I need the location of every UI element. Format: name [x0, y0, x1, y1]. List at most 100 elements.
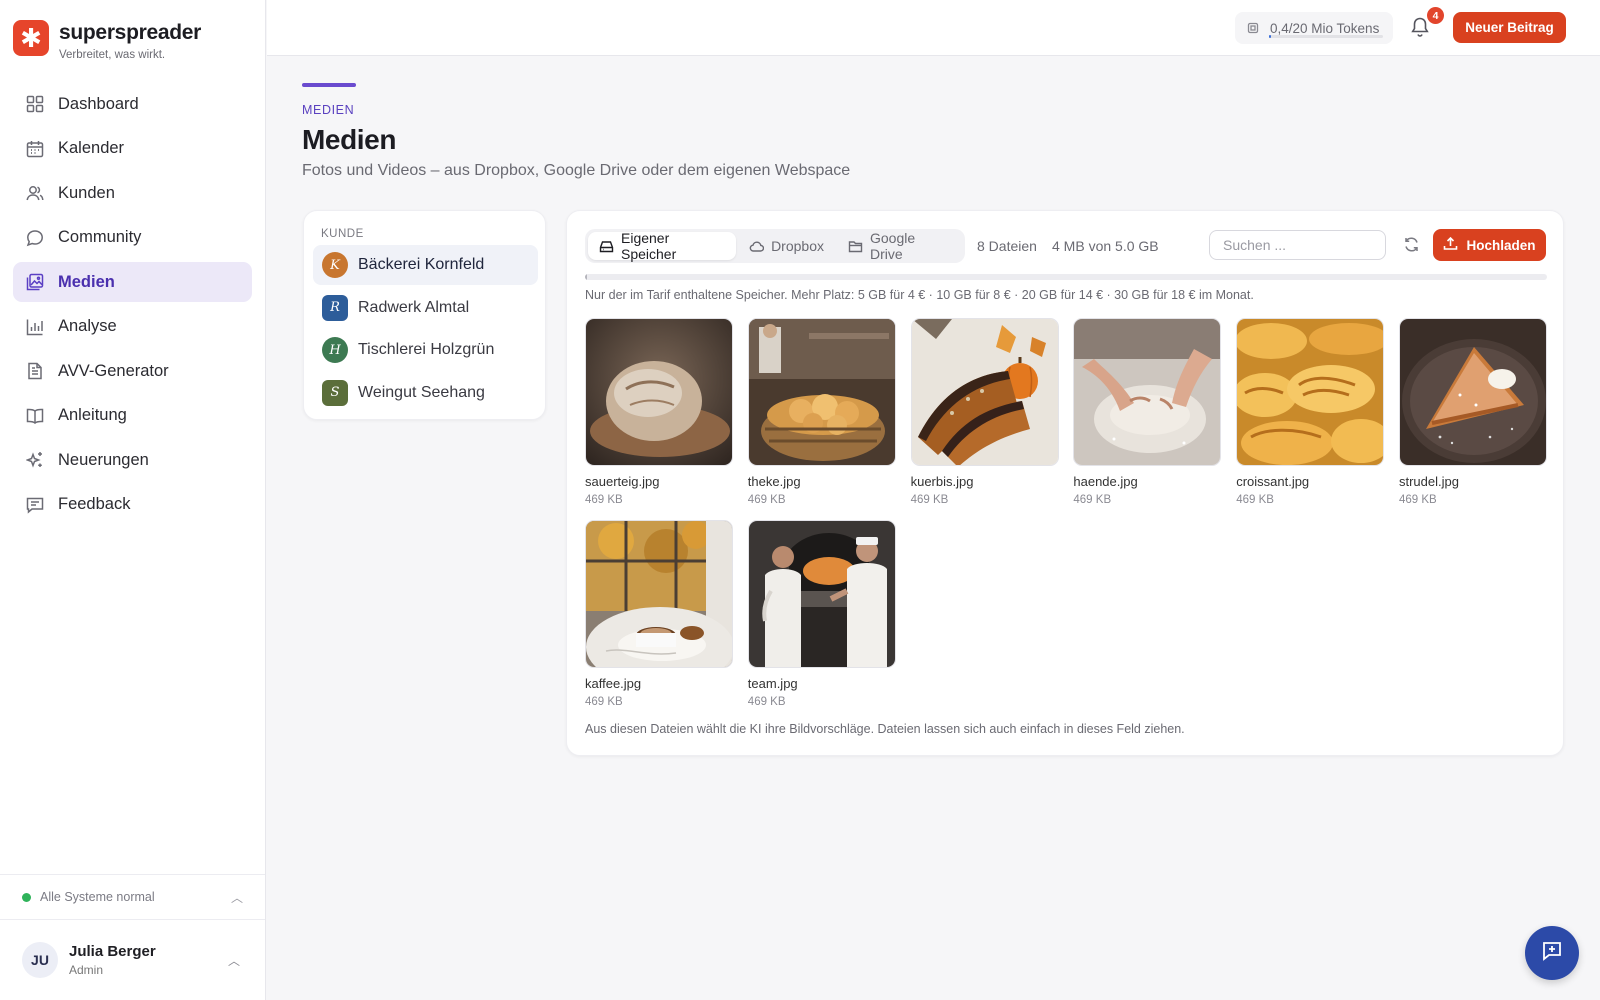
upload-button[interactable]: Hochladen	[1433, 229, 1546, 261]
tab-label: Eigener Speicher	[621, 230, 677, 262]
token-usage-fill	[1269, 35, 1272, 38]
token-usage[interactable]: 0,4/20 Mio Tokens	[1235, 12, 1393, 44]
sidebar-item-feedback[interactable]: Feedback	[13, 485, 252, 525]
sidebar-item-kunden[interactable]: Kunden	[13, 173, 252, 213]
sidebar-item-neuerungen[interactable]: Neuerungen	[13, 440, 252, 480]
file-name: strudel.jpg	[1398, 474, 1459, 489]
file-size: 469 KB	[585, 696, 623, 708]
notification-badge: 4	[1427, 7, 1444, 24]
storage-usage-text: 4 MB von 5.0 GB	[1052, 238, 1159, 254]
sidebar-item-label: Dashboard	[58, 94, 139, 113]
avatar: JU	[22, 942, 58, 978]
refresh-icon[interactable]	[1403, 236, 1420, 258]
media-thumbnail	[1236, 318, 1385, 466]
bar-chart-icon	[24, 316, 46, 338]
brand[interactable]: ✱ superspreader Verbreitet, was wirkt.	[13, 20, 201, 61]
sidebar-item-label: Kunden	[58, 183, 115, 202]
client-name: Tischlerei Holzgrün	[358, 341, 495, 358]
media-thumbnail	[747, 520, 896, 668]
file-count: 8 Dateien	[977, 238, 1037, 254]
message-plus-icon	[1541, 940, 1563, 967]
media-tile[interactable]: croissant.jpg 469 KB	[1236, 318, 1385, 520]
hard-drive-icon	[599, 239, 614, 254]
chat-button[interactable]	[1525, 926, 1579, 980]
users-icon	[24, 182, 46, 204]
tab-google-drive[interactable]: Google Drive	[837, 230, 960, 262]
search-input[interactable]	[1209, 230, 1386, 260]
client-selector: KUNDE K Bäckerei Kornfeld R Radwerk Almt…	[303, 210, 546, 420]
file-size: 469 KB	[1236, 494, 1274, 506]
client-label: KUNDE	[321, 228, 364, 240]
file-name: sauerteig.jpg	[585, 474, 660, 489]
page-subtitle: Fotos und Videos – aus Dropbox, Google D…	[302, 162, 851, 179]
user-menu[interactable]: JU Julia Berger Admin ︿	[22, 942, 240, 978]
sidebar-item-avv-generator[interactable]: AVV-Generator	[13, 351, 252, 391]
status-dot-icon	[22, 892, 31, 902]
sidebar-item-community[interactable]: Community	[13, 218, 252, 258]
media-panel: Eigener Speicher Dropbox Google Drive 8 …	[566, 210, 1564, 756]
system-status-text: Alle Systeme normal	[40, 890, 155, 904]
sidebar-item-kalender[interactable]: Kalender	[13, 129, 252, 169]
sidebar-nav: Dashboard Kalender Kunden Community Medi…	[13, 84, 252, 529]
topbar: 0,4/20 Mio Tokens 4 Neuer Beitrag	[267, 0, 1600, 56]
storage-usage-bar	[585, 274, 1547, 280]
sidebar-item-dashboard[interactable]: Dashboard	[13, 84, 252, 124]
client-item-weingut-seehang[interactable]: S Weingut Seehang	[313, 373, 538, 413]
sidebar-item-label: Anleitung	[58, 406, 127, 424]
message-square-icon	[24, 494, 46, 516]
media-tile[interactable]: theke.jpg 469 KB	[747, 318, 896, 520]
file-name: team.jpg	[747, 676, 798, 691]
storage-note: Nur der im Tarif enthaltene Speicher. Me…	[585, 288, 1254, 302]
sidebar-item-analyse[interactable]: Analyse	[13, 307, 252, 347]
new-post-button[interactable]: Neuer Beitrag	[1453, 12, 1566, 43]
upload-icon	[1443, 236, 1458, 254]
token-usage-text: 0,4/20 Mio Tokens	[1270, 20, 1380, 36]
file-name: kaffee.jpg	[585, 676, 642, 691]
client-badge: S	[322, 379, 348, 406]
media-tile[interactable]: team.jpg 469 KB	[747, 520, 896, 722]
media-tile[interactable]: kuerbis.jpg 469 KB	[910, 318, 1059, 520]
file-size: 469 KB	[1398, 494, 1437, 506]
user-name: Julia Berger	[69, 943, 156, 960]
media-thumbnail	[585, 520, 733, 668]
grid-icon	[24, 93, 46, 115]
system-status[interactable]: Alle Systeme normal ︿	[0, 874, 265, 920]
file-size: 469 KB	[585, 494, 623, 506]
storage-usage-fill	[585, 274, 587, 280]
chevron-up-icon: ︿	[228, 954, 241, 968]
sidebar-item-label: Neuerungen	[58, 450, 149, 469]
media-tile[interactable]: strudel.jpg 469 KB	[1398, 318, 1547, 520]
media-tile[interactable]: sauerteig.jpg 469 KB	[585, 318, 733, 520]
client-item-radwerk-almtal[interactable]: R Radwerk Almtal	[313, 288, 538, 328]
tab-dropbox[interactable]: Dropbox	[738, 232, 835, 260]
client-name: Bäckerei Kornfeld	[358, 256, 485, 273]
sidebar-item-medien[interactable]: Medien	[13, 262, 252, 302]
sidebar-item-anleitung[interactable]: Anleitung	[13, 396, 252, 436]
chat-bubble-icon	[24, 227, 46, 249]
user-role: Admin	[69, 963, 104, 977]
file-size: 469 KB	[747, 696, 786, 708]
media-tile[interactable]: haende.jpg 469 KB	[1073, 318, 1222, 520]
sparkle-icon	[24, 449, 46, 471]
calendar-icon	[24, 138, 46, 160]
storage-tabs: Eigener Speicher Dropbox Google Drive	[585, 229, 965, 263]
image-icon	[24, 271, 46, 293]
sidebar-item-label: Medien	[58, 272, 115, 291]
sidebar-item-label: Analyse	[58, 317, 117, 335]
file-size: 469 KB	[910, 494, 949, 506]
document-icon	[24, 360, 46, 382]
media-tile[interactable]: kaffee.jpg 469 KB	[585, 520, 733, 722]
client-item-tischlerei-holzgruen[interactable]: H Tischlerei Holzgrün	[313, 330, 538, 370]
token-usage-bar	[1269, 35, 1383, 38]
client-list: K Bäckerei Kornfeld R Radwerk Almtal H T…	[313, 245, 538, 415]
page-eyebrow: MEDIEN	[302, 103, 355, 117]
tab-eigener-speicher[interactable]: Eigener Speicher	[588, 230, 737, 262]
file-name: haende.jpg	[1073, 474, 1138, 489]
bell-icon[interactable]	[1410, 16, 1430, 43]
client-item-baeckerei-kornfeld[interactable]: K Bäckerei Kornfeld	[313, 245, 538, 285]
chip-icon	[1246, 21, 1260, 35]
book-icon	[24, 405, 46, 427]
media-thumbnail	[910, 318, 1059, 466]
sidebar-item-label: Feedback	[58, 495, 131, 513]
drop-hint: Aus diesen Dateien wählt die KI ihre Bil…	[585, 722, 1185, 736]
